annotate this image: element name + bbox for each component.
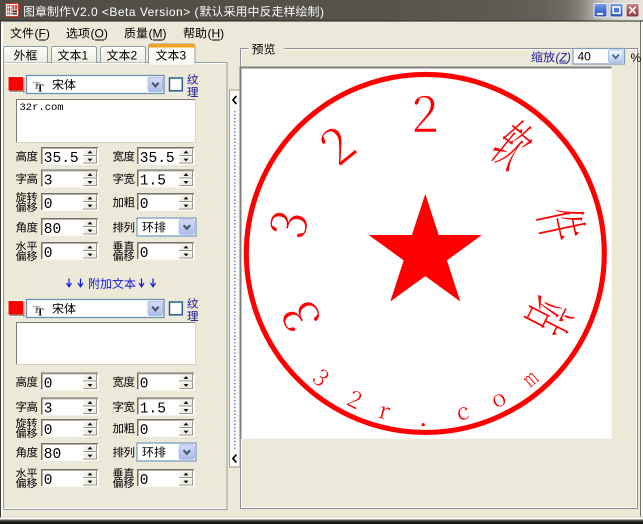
svg-text:0: 0 bbox=[44, 423, 53, 439]
svg-text:(Z): (Z) bbox=[556, 51, 571, 65]
svg-text:0: 0 bbox=[44, 376, 53, 392]
svg-text:0: 0 bbox=[44, 197, 53, 213]
svg-text:1.5: 1.5 bbox=[140, 401, 166, 417]
svg-text:35.5: 35.5 bbox=[44, 151, 79, 167]
svg-text:%: % bbox=[631, 51, 642, 65]
svg-text:0: 0 bbox=[140, 473, 149, 489]
svg-text:1.5: 1.5 bbox=[140, 173, 166, 189]
svg-text:0: 0 bbox=[44, 473, 53, 489]
svg-text:0: 0 bbox=[140, 197, 149, 213]
svg-text:T: T bbox=[37, 83, 45, 95]
svg-text:(F): (F) bbox=[35, 27, 50, 41]
svg-text:V2.0 <Beta Version> (: V2.0 <Beta Version> ( bbox=[72, 5, 199, 19]
svg-text:3: 3 bbox=[180, 49, 187, 63]
svg-text:80: 80 bbox=[44, 447, 61, 463]
svg-text:(O): (O) bbox=[91, 27, 108, 41]
svg-text:32r.com: 32r.com bbox=[20, 102, 64, 114]
svg-text:(H): (H) bbox=[208, 27, 225, 41]
svg-text:1: 1 bbox=[82, 49, 89, 63]
svg-text:80: 80 bbox=[44, 222, 61, 238]
svg-text:(M): (M) bbox=[149, 27, 167, 41]
svg-text:2: 2 bbox=[131, 49, 138, 63]
svg-text:0: 0 bbox=[140, 423, 149, 439]
svg-text:3: 3 bbox=[44, 401, 53, 417]
svg-text:0: 0 bbox=[140, 246, 149, 262]
svg-text:35.5: 35.5 bbox=[140, 151, 175, 167]
svg-text:T: T bbox=[37, 307, 45, 319]
svg-text:0: 0 bbox=[140, 376, 149, 392]
svg-text:3: 3 bbox=[44, 173, 53, 189]
svg-text:40: 40 bbox=[578, 50, 592, 64]
svg-text:0: 0 bbox=[44, 246, 53, 262]
svg-text:): ) bbox=[320, 5, 324, 19]
